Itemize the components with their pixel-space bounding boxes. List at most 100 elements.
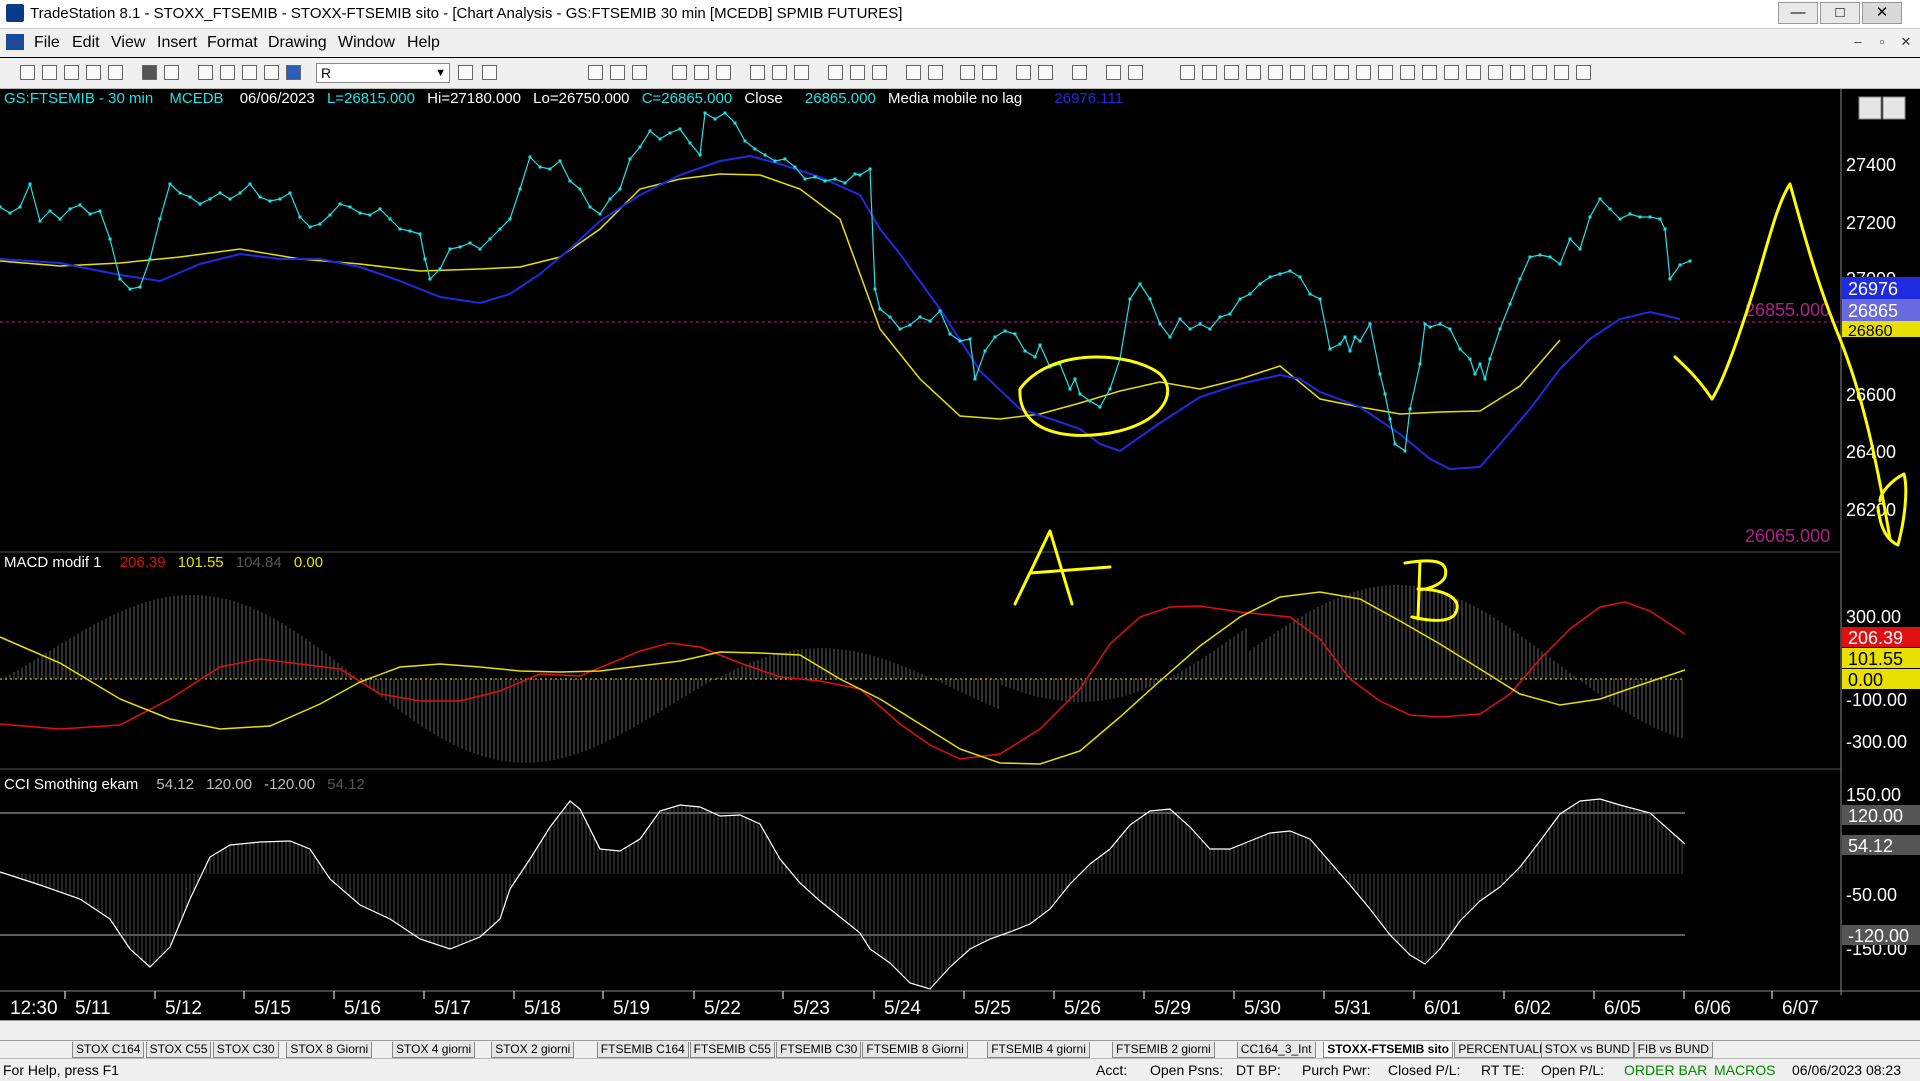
legend-high: Hi=27180.000: [427, 90, 521, 107]
data-window-icon[interactable]: [1038, 65, 1053, 80]
tab-16[interactable]: FIB vs BUND: [1633, 1042, 1713, 1058]
mdi-restore-button[interactable]: ▫: [1872, 33, 1892, 51]
table-icon[interactable]: [632, 65, 647, 80]
hammer-icon[interactable]: [1072, 65, 1087, 80]
arrow-down-icon[interactable]: [1488, 65, 1503, 80]
scroll-right-icon[interactable]: [928, 65, 943, 80]
menu-window[interactable]: Window: [338, 34, 395, 52]
mdi-close-button[interactable]: ✕: [1896, 33, 1916, 51]
tab-13[interactable]: STOXX-FTSEMIB sito: [1323, 1042, 1453, 1058]
text-tool-icon[interactable]: [1576, 65, 1591, 80]
matrix-icon[interactable]: [772, 65, 787, 80]
fibonacci-icon[interactable]: [1180, 65, 1195, 80]
curve-icon[interactable]: [1466, 65, 1481, 80]
binoculars-icon[interactable]: [482, 65, 497, 80]
gann-icon[interactable]: [1246, 65, 1261, 80]
price-dot: [1473, 372, 1477, 376]
indicator-icon[interactable]: [850, 65, 865, 80]
pane-minimize-button[interactable]: [1858, 96, 1882, 120]
horizontal-line-icon[interactable]: [1128, 65, 1143, 80]
menu-drawing[interactable]: Drawing: [268, 34, 327, 52]
horizontal-scrollbar[interactable]: [0, 1020, 1920, 1041]
minimize-button[interactable]: —: [1778, 2, 1818, 24]
strategy-icon[interactable]: [828, 65, 843, 80]
menu-edit[interactable]: Edit: [72, 34, 100, 52]
menu-help[interactable]: Help: [407, 34, 440, 52]
channel-icon[interactable]: [1202, 65, 1217, 80]
square-icon[interactable]: [1554, 65, 1569, 80]
print-preview-icon[interactable]: [164, 65, 179, 80]
trendline-icon[interactable]: [1106, 65, 1121, 80]
position-icon[interactable]: [794, 65, 809, 80]
tab-4[interactable]: STOX 4 giorni: [392, 1042, 476, 1058]
cci-lower-marker-text: -120.00: [1848, 926, 1909, 946]
grid-icon[interactable]: [588, 65, 603, 80]
pitchfork-icon[interactable]: [1356, 65, 1371, 80]
regression-icon[interactable]: [1268, 65, 1283, 80]
lock-icon[interactable]: [242, 65, 257, 80]
triangle-icon[interactable]: [1444, 65, 1459, 80]
save-icon[interactable]: [64, 65, 79, 80]
menu-format[interactable]: Format: [207, 34, 258, 52]
zoom-in-icon[interactable]: [960, 65, 975, 80]
arc-icon[interactable]: [1312, 65, 1327, 80]
format-icon[interactable]: [198, 65, 213, 80]
price-dot: [458, 245, 462, 249]
tab-7[interactable]: FTSEMIB C55: [689, 1042, 775, 1058]
mdi-minimize-button[interactable]: –: [1848, 33, 1868, 51]
speed-line-icon[interactable]: [1224, 65, 1239, 80]
symbol-input[interactable]: R ▼: [316, 63, 450, 83]
bar-chart-icon[interactable]: [672, 65, 687, 80]
tab-3[interactable]: STOX 8 Giorni: [286, 1042, 373, 1058]
zoom-out-icon[interactable]: [982, 65, 997, 80]
line-chart-icon[interactable]: [694, 65, 709, 80]
tab-1[interactable]: STOX C55: [145, 1042, 212, 1058]
scroll-left-icon[interactable]: [906, 65, 921, 80]
tab-2[interactable]: STOX C30: [212, 1042, 279, 1058]
pane-restore-button[interactable]: [1882, 96, 1906, 120]
tab-5[interactable]: STOX 2 giorni: [491, 1042, 575, 1058]
price-dot: [1458, 347, 1462, 351]
tab-14[interactable]: PERCENTUALE: [1454, 1042, 1552, 1058]
tab-6[interactable]: FTSEMIB C164: [596, 1042, 689, 1058]
tools-icon[interactable]: [264, 65, 279, 80]
menu-insert[interactable]: Insert: [157, 34, 197, 52]
tab-9[interactable]: FTSEMIB 8 Giorni: [862, 1042, 968, 1058]
tab-0[interactable]: STOX C164: [72, 1042, 145, 1058]
cycle-icon[interactable]: [1290, 65, 1305, 80]
close-button[interactable]: ✕: [1862, 2, 1902, 24]
price-dot: [1618, 217, 1622, 221]
print-icon[interactable]: [142, 65, 157, 80]
tab-8[interactable]: FTSEMIB C30: [776, 1042, 862, 1058]
workspace-icon[interactable]: [86, 65, 101, 80]
tab-15[interactable]: STOX vs BUND: [1540, 1042, 1634, 1058]
chart-area[interactable]: GS:FTSEMIB - 30 min MCEDB 06/06/2023 L=2…: [0, 89, 1920, 1026]
chevron-down-icon[interactable]: ▼: [435, 64, 446, 82]
tab-11[interactable]: FTSEMIB 2 giorni: [1112, 1042, 1215, 1058]
list-icon[interactable]: [610, 65, 625, 80]
arrow-up-icon[interactable]: [1510, 65, 1525, 80]
scanner-icon[interactable]: [716, 65, 731, 80]
globe-icon[interactable]: [286, 65, 301, 80]
pointer-icon[interactable]: [1016, 65, 1031, 80]
order-icon[interactable]: [750, 65, 765, 80]
maximize-button[interactable]: □: [1820, 2, 1860, 24]
tab-12[interactable]: CC164_3_Int: [1236, 1042, 1316, 1058]
status-macros[interactable]: MACROS: [1714, 1062, 1775, 1078]
go-arrow-icon[interactable]: [458, 65, 473, 80]
menu-view[interactable]: View: [111, 34, 145, 52]
new-icon[interactable]: [20, 65, 35, 80]
new-window-icon[interactable]: [108, 65, 123, 80]
news-icon[interactable]: [872, 65, 887, 80]
chart-icon[interactable]: [220, 65, 235, 80]
fan-icon[interactable]: [1334, 65, 1349, 80]
status-order-bar[interactable]: ORDER BAR: [1624, 1062, 1707, 1078]
open-icon[interactable]: [42, 65, 57, 80]
menu-file[interactable]: File: [34, 34, 60, 52]
rectangle-icon[interactable]: [1400, 65, 1415, 80]
ellipse-icon[interactable]: [1422, 65, 1437, 80]
angle-icon[interactable]: [1378, 65, 1393, 80]
tab-10[interactable]: FTSEMIB 4 giorni: [987, 1042, 1090, 1058]
circle-icon[interactable]: [1532, 65, 1547, 80]
price-dot: [1128, 297, 1132, 301]
